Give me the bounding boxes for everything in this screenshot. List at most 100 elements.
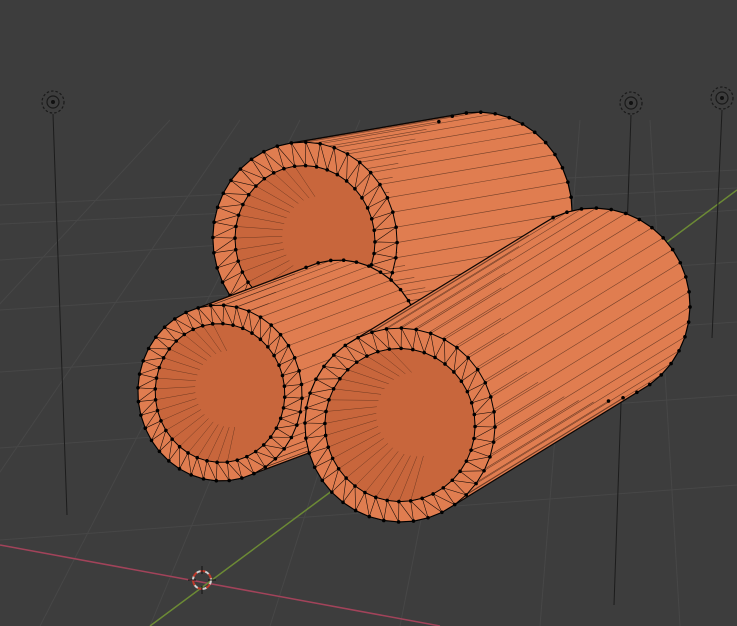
vertex: [304, 406, 309, 410]
vertex: [411, 347, 415, 352]
tube-inner-hole: [154, 323, 286, 463]
light-direction-line: [52, 113, 68, 516]
vertex: [241, 202, 245, 207]
light-icon[interactable]: [41, 90, 68, 516]
vertex: [428, 331, 433, 336]
vertex: [684, 275, 688, 279]
vertex: [341, 258, 346, 263]
vertex: [292, 164, 297, 169]
vertex: [376, 349, 380, 354]
vertex: [341, 500, 345, 505]
3d-viewport[interactable]: [0, 0, 737, 626]
vertex: [353, 508, 358, 513]
vertex: [330, 456, 335, 461]
vertex: [353, 484, 357, 488]
vertex: [186, 451, 190, 455]
vertex: [299, 382, 304, 387]
vertex: [330, 490, 334, 494]
vertex: [399, 346, 403, 351]
vertex: [385, 196, 390, 200]
vertex: [280, 373, 285, 378]
vertex: [488, 455, 492, 459]
vertex: [335, 172, 340, 177]
vertex: [273, 456, 278, 461]
viewport-canvas[interactable]: [0, 0, 737, 626]
vertex: [262, 176, 267, 181]
vertex: [196, 306, 200, 310]
vertex: [304, 436, 308, 441]
vertex: [304, 265, 308, 270]
vertex: [372, 251, 376, 256]
grid-line: [0, 119, 171, 305]
vertex: [450, 114, 455, 118]
vertex: [281, 406, 286, 410]
vertex: [661, 236, 665, 240]
vertex: [323, 421, 327, 426]
vertex: [532, 130, 537, 135]
vertex: [235, 458, 240, 463]
vertex: [478, 110, 483, 114]
vertex: [483, 380, 488, 385]
vertex: [212, 251, 216, 255]
vertex: [395, 240, 399, 245]
vertex: [493, 111, 497, 116]
vertex: [221, 303, 226, 308]
light-icon[interactable]: [710, 86, 734, 339]
vertex: [258, 337, 263, 342]
vertex: [677, 348, 681, 353]
vertex: [507, 115, 512, 120]
vertex: [336, 466, 341, 471]
vertex: [411, 519, 416, 523]
vertex: [465, 389, 470, 394]
vertex: [551, 215, 555, 220]
vertex: [272, 353, 276, 358]
vertex: [353, 186, 357, 191]
vertex: [492, 409, 496, 414]
vertex: [385, 498, 389, 503]
vertex: [344, 179, 349, 183]
vertex: [214, 478, 219, 483]
vertex: [170, 437, 174, 441]
vertex: [356, 335, 360, 340]
vertex: [308, 391, 312, 395]
vertex: [332, 145, 337, 150]
vertex: [472, 412, 477, 417]
vertex: [458, 469, 462, 474]
vertex: [154, 376, 159, 380]
vertex: [155, 408, 160, 413]
vertex: [153, 397, 158, 402]
vertex: [240, 326, 245, 331]
vertex: [221, 321, 225, 326]
vertex: [437, 119, 441, 124]
vertex: [396, 520, 401, 524]
vertex: [289, 141, 294, 145]
vertex: [345, 152, 350, 156]
vertex: [455, 345, 459, 350]
vertex: [215, 205, 220, 210]
vertex: [233, 236, 237, 240]
vertex: [231, 323, 235, 327]
vertex: [391, 210, 395, 214]
vertex: [278, 332, 283, 337]
vertex: [623, 211, 628, 216]
vertex: [282, 166, 286, 171]
3d-cursor-icon[interactable]: [188, 566, 216, 594]
vertex: [390, 270, 395, 275]
vertex: [473, 424, 477, 429]
vertex: [323, 433, 328, 438]
vertex: [464, 459, 469, 463]
vertex: [238, 167, 243, 171]
vertex: [543, 140, 548, 145]
vertex: [474, 481, 478, 486]
vertex: [686, 320, 691, 324]
vertex: [215, 460, 219, 465]
vertex: [177, 444, 182, 449]
vertex: [472, 436, 476, 441]
vertex: [250, 331, 254, 335]
vertex: [441, 486, 446, 490]
vertex: [368, 170, 373, 175]
vertex: [606, 399, 611, 403]
vertex: [159, 419, 163, 423]
vertex: [201, 477, 206, 481]
mesh-objects[interactable]: [136, 110, 692, 524]
